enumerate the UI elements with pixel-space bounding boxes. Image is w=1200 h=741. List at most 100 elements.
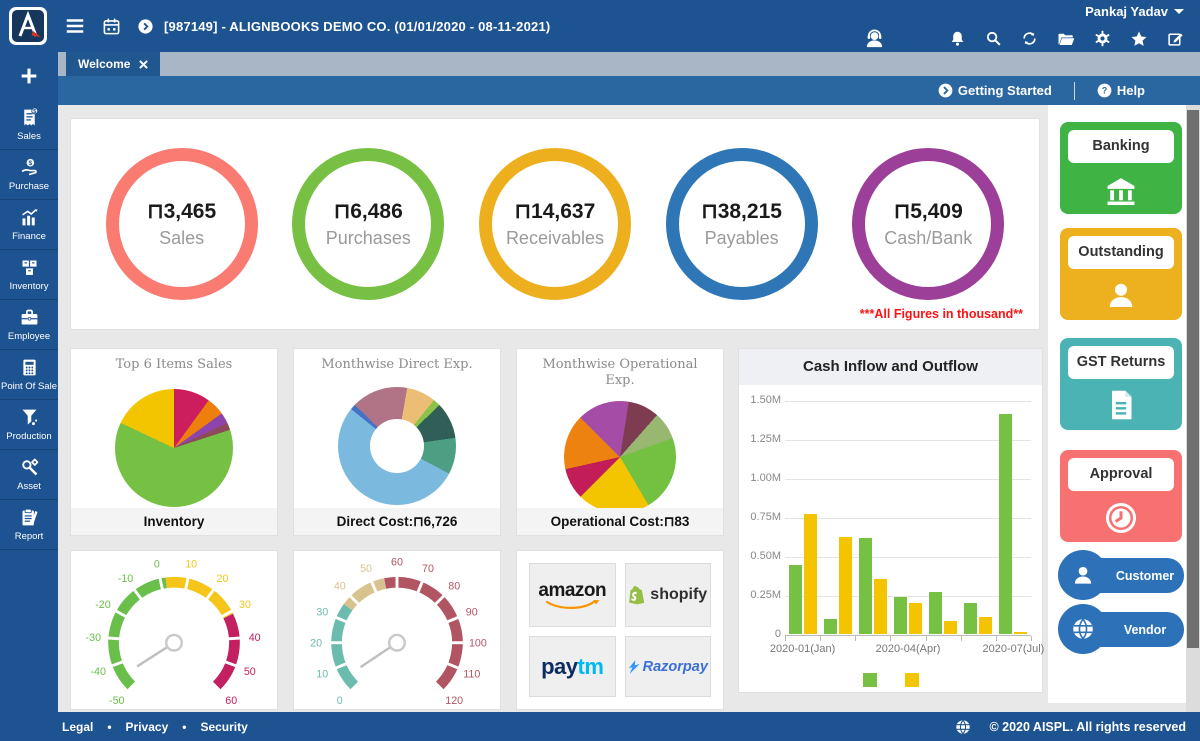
user-menu[interactable]: Pankaj Yadav (1085, 4, 1184, 19)
user-name: Pankaj Yadav (1085, 4, 1168, 19)
svg-text:-50: -50 (109, 695, 125, 707)
sidebar-item-employee[interactable]: Employee (0, 300, 58, 350)
vendor-button[interactable]: Vendor (1058, 604, 1184, 654)
scrollbar-track[interactable] (1186, 105, 1200, 712)
asset-tools-icon (19, 457, 40, 478)
gauge-right-card: 0102030405060708090100110120 (293, 550, 501, 710)
x-tick (855, 636, 856, 641)
question-circle-icon: ? (1097, 83, 1112, 98)
sidebar-item-purchase[interactable]: $ Purchase (0, 150, 58, 200)
banking-button[interactable]: Banking (1060, 122, 1182, 214)
help-link[interactable]: ? Help (1097, 83, 1145, 98)
sidebar-item-point-of-sale[interactable]: Point Of Sale (0, 350, 58, 400)
sync-refresh-icon[interactable] (1021, 30, 1038, 47)
amazon-integration[interactable]: amazon (529, 563, 616, 627)
sales-receipt-icon: $ (19, 107, 40, 128)
outstanding-button[interactable]: Outstanding (1060, 228, 1182, 320)
scrollbar-thumb[interactable] (1187, 110, 1199, 648)
svg-text:30: 30 (316, 607, 328, 619)
gridline (785, 635, 1031, 636)
svg-text:50: 50 (360, 563, 372, 575)
footer-link-privacy[interactable]: Privacy (126, 720, 169, 734)
paytm-logo: pay (541, 654, 577, 679)
figures-note: ***All Figures in thousand** (860, 307, 1023, 321)
kpi-purchases[interactable]: ⊓6,486 Purchases (292, 148, 444, 300)
tab-welcome[interactable]: Welcome (66, 52, 160, 76)
cash-flow-chart-card: Cash Inflow and Outflow 00.25M0.50M0.75M… (738, 348, 1043, 693)
sidebar-item-asset[interactable]: Asset (0, 450, 58, 500)
x-tick (996, 636, 997, 641)
paytm-integration[interactable]: paytm (529, 636, 616, 697)
footer-link-security[interactable]: Security (200, 720, 247, 734)
edit-compose-icon[interactable] (1167, 30, 1184, 47)
tab-close-icon[interactable] (139, 60, 148, 69)
chevron-circle-icon[interactable] (137, 18, 154, 35)
hamburger-menu-icon[interactable] (64, 15, 86, 37)
bar-chart-plot (785, 401, 1031, 635)
notifications-bell-icon[interactable] (949, 30, 966, 47)
y-tick-label: 1.00M (743, 472, 781, 484)
navbar-right: Pankaj Yadav (863, 3, 1184, 50)
kpi-receivables[interactable]: ⊓14,637 Receivables (479, 148, 631, 300)
kpi-sales[interactable]: ⊓3,465 Sales (106, 148, 258, 300)
caret-down-icon (1174, 9, 1184, 14)
kpi-cash-bank-value: ⊓5,409 (894, 199, 963, 224)
bar-chart-legend (863, 673, 919, 687)
svg-text:60: 60 (391, 557, 403, 569)
kpi-purchases-value: ⊓6,486 (334, 199, 403, 224)
svg-text:90: 90 (466, 607, 478, 619)
bar-outflow (874, 579, 887, 634)
search-icon[interactable] (985, 30, 1002, 47)
left-sidebar: $ Sales $ Purchase Finance Inventory Emp… (0, 52, 58, 712)
svg-text:-40: -40 (90, 666, 106, 678)
bar-outflow (909, 603, 922, 634)
approval-button[interactable]: Approval (1060, 450, 1182, 542)
gridline (785, 479, 1031, 480)
y-tick-label: 1.25M (743, 433, 781, 445)
bar-chart-title: Cash Inflow and Outflow (739, 349, 1042, 385)
footer-separator: • (182, 720, 186, 734)
add-new-button[interactable] (0, 52, 58, 100)
bar-inflow (824, 619, 837, 634)
alignbooks-logo[interactable] (8, 6, 48, 46)
payment-integrations-card: amazon shopify paytm Razorpay (516, 550, 724, 710)
kpi-cash-bank[interactable]: ⊓5,409 Cash/Bank (852, 148, 1004, 300)
calendar-icon[interactable] (102, 17, 121, 36)
footer-link-legal[interactable]: Legal (62, 720, 93, 734)
customer-button[interactable]: Customer (1058, 550, 1184, 600)
getting-started-link[interactable]: Getting Started (938, 83, 1052, 98)
amazon-smile-icon (544, 600, 600, 610)
sidebar-item-report[interactable]: Report (0, 500, 58, 550)
shopify-integration[interactable]: shopify (625, 563, 712, 627)
support-icon[interactable] (863, 27, 886, 50)
x-tick-label: 2020-07(Jul) (983, 643, 1045, 655)
razorpay-logo: Razorpay (643, 659, 708, 675)
sidebar-item-finance[interactable]: Finance (0, 200, 58, 250)
gauge-right-chart: 0102030405060708090100110120 (297, 555, 497, 709)
gst-returns-label: GST Returns (1068, 346, 1174, 379)
y-tick-label: 0.50M (743, 550, 781, 562)
pie-footer: Inventory (71, 508, 277, 535)
favorites-star-icon[interactable] (1130, 30, 1148, 48)
operational-exp-card: Monthwise Operational Exp. Operational C… (516, 348, 724, 536)
legend-swatch-outflow (905, 673, 919, 687)
kpi-payables[interactable]: ⊓38,215 Payables (666, 148, 818, 300)
copyright-text: © 2020 AISPL. All rights reserved (989, 720, 1186, 734)
bar-inflow (999, 414, 1012, 634)
y-tick-label: 1.50M (743, 394, 781, 406)
x-tick-label: 2020-04(Apr) (876, 643, 941, 655)
kpi-payables-value: ⊓38,215 (701, 199, 782, 224)
person-icon (1103, 277, 1139, 313)
gst-returns-button[interactable]: GST Returns (1060, 338, 1182, 430)
kpi-summary-card: ⊓3,465 Sales ⊓6,486 Purchases ⊓14,637 Re… (70, 118, 1040, 330)
razorpay-integration[interactable]: Razorpay (625, 636, 712, 697)
direct-exp-card: Monthwise Direct Exp. Direct Cost:⊓6,726 (293, 348, 501, 536)
folder-open-icon[interactable] (1057, 30, 1075, 48)
sidebar-item-inventory[interactable]: Inventory (0, 250, 58, 300)
sidebar-item-sales[interactable]: $ Sales (0, 100, 58, 150)
x-tick (785, 636, 786, 641)
sidebar-item-production[interactable]: Production (0, 400, 58, 450)
quickbar-divider (1074, 82, 1075, 100)
kpi-sales-value: ⊓3,465 (147, 199, 216, 224)
settings-gear-icon[interactable] (1094, 30, 1111, 47)
